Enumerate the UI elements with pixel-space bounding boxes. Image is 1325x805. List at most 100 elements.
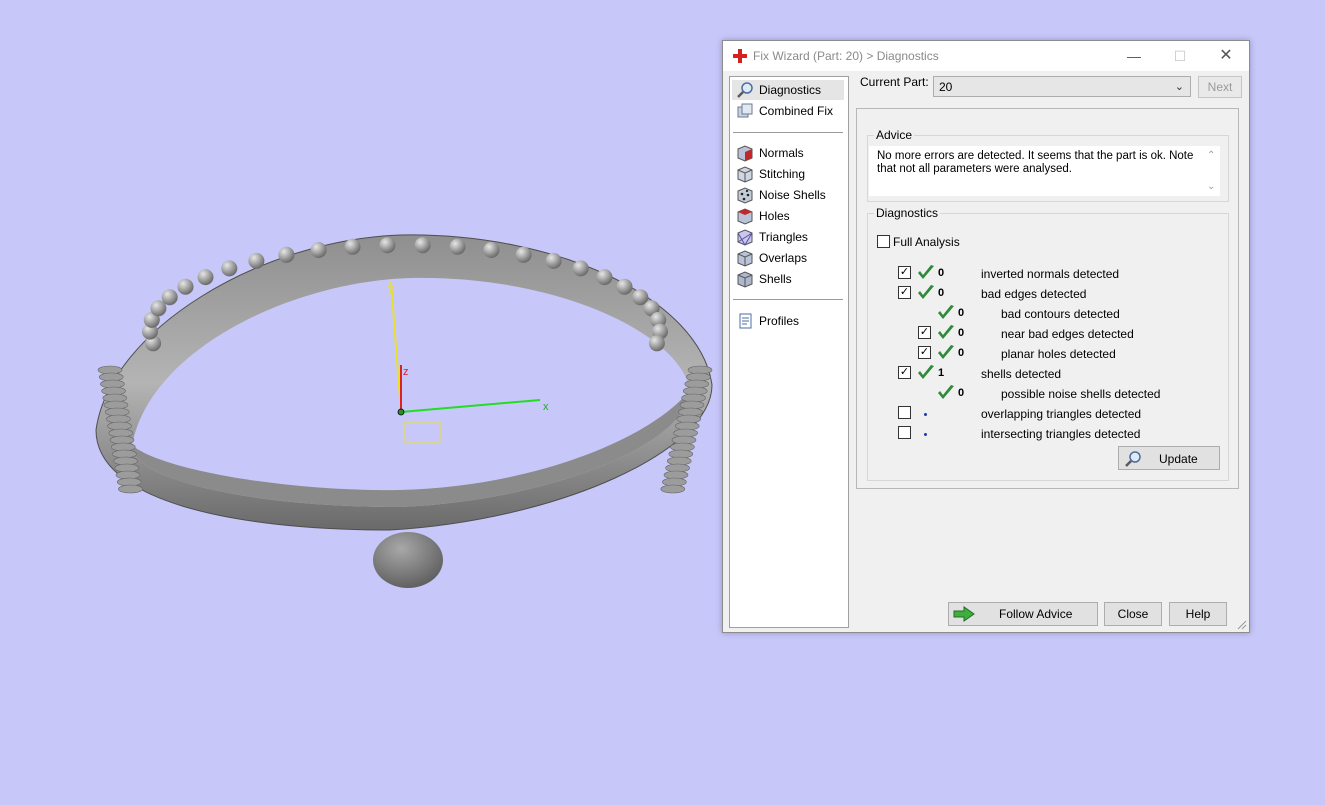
ring-bead	[596, 269, 613, 286]
nav-label: Noise Shells	[759, 188, 826, 202]
document-icon	[739, 313, 752, 329]
full-analysis-label: Full Analysis	[893, 235, 960, 249]
current-part-value: 20	[939, 80, 953, 94]
next-button[interactable]: Next	[1198, 76, 1242, 98]
diagnostic-row: ✓ 0 near bad edges detected	[868, 325, 1228, 345]
diagnostics-title: Diagnostics	[874, 206, 941, 220]
fix-wizard-dialog: Fix Wizard (Part: 20) > Diagnostics — ☐ …	[722, 40, 1250, 633]
resize-grip-icon[interactable]	[1237, 620, 1247, 630]
scroll-up-icon[interactable]: ⌃	[1207, 149, 1215, 162]
diagnostic-label: overlapping triangles detected	[981, 407, 1142, 421]
nav-label: Overlaps	[759, 251, 808, 265]
update-label: Update	[1159, 452, 1198, 466]
ring-bead	[616, 278, 633, 295]
diagnostic-count: 0	[958, 387, 965, 399]
ring-bead	[248, 252, 265, 269]
ring-bead	[449, 238, 466, 255]
diagnostic-row: 0 bad contours detected	[868, 305, 1228, 325]
wizard-nav: Diagnostics Combined Fix Normals Stitchi…	[729, 76, 849, 628]
ring-bead	[379, 237, 396, 254]
normals-cube-icon	[737, 145, 753, 162]
y-axis-label: y	[388, 283, 394, 295]
diagnostic-checkbox[interactable]: ✓	[898, 286, 911, 299]
diagnostic-row: ✓ 0 planar holes detected	[868, 345, 1228, 365]
green-check-icon	[938, 325, 954, 339]
nav-label: Normals	[759, 146, 804, 160]
ring-bead	[572, 260, 589, 277]
green-arrow-icon	[953, 606, 975, 622]
current-part-select[interactable]: 20 ⌄	[933, 76, 1191, 97]
full-analysis-checkbox[interactable]	[877, 235, 890, 248]
pending-dot-icon	[924, 413, 927, 416]
nav-label: Shells	[759, 272, 792, 286]
nav-item-triangles[interactable]: Triangles	[732, 227, 844, 247]
diagnostic-label: bad contours detected	[1001, 307, 1120, 321]
green-check-icon	[938, 345, 954, 359]
maximize-button[interactable]: ☐	[1157, 41, 1203, 71]
magnifier-icon	[1125, 451, 1141, 467]
ring-bead	[648, 335, 665, 352]
close-window-button[interactable]: ✕	[1203, 41, 1249, 71]
diagnostic-checkbox[interactable]: ✓	[898, 366, 911, 379]
advice-scrollbar[interactable]: ⌃ ⌄	[1203, 146, 1220, 196]
nav-separator	[733, 132, 843, 133]
ring-bead	[161, 289, 178, 306]
nav-item-stitching[interactable]: Stitching	[732, 164, 844, 184]
nav-label: Stitching	[759, 167, 806, 181]
ring-bead	[278, 246, 295, 263]
diagnostic-row: ✓ 0 bad edges detected	[868, 285, 1228, 305]
z-axis-label: z	[403, 366, 409, 378]
advice-text-box[interactable]: No more errors are detected. It seems th…	[869, 146, 1220, 196]
green-check-icon	[938, 385, 954, 399]
combined-fix-icon	[737, 103, 753, 118]
follow-advice-label: Follow Advice	[999, 607, 1073, 621]
diagnostic-row: intersecting triangles detected	[868, 425, 1228, 445]
nav-item-holes[interactable]: Holes	[732, 206, 844, 226]
red-cross-icon	[733, 49, 747, 63]
nav-item-diagnostics[interactable]: Diagnostics	[732, 80, 844, 100]
nav-item-overlaps[interactable]: Overlaps	[732, 248, 844, 268]
nav-item-profiles[interactable]: Profiles	[732, 311, 844, 331]
nav-item-noise-shells[interactable]: Noise Shells	[732, 185, 844, 205]
shells-cube-icon	[737, 271, 753, 288]
follow-advice-button[interactable]: Follow Advice	[948, 602, 1098, 626]
advice-group: Advice No more errors are detected. It s…	[867, 128, 1229, 202]
diagnostic-count: 1	[938, 367, 945, 379]
ring-bead	[483, 242, 500, 258]
minimize-button[interactable]: —	[1111, 41, 1157, 71]
overlaps-cube-icon	[737, 250, 753, 267]
diagnostic-count: 0	[958, 347, 965, 359]
help-button[interactable]: Help	[1169, 602, 1227, 626]
nav-label: Triangles	[759, 230, 808, 244]
diagnostic-label: bad edges detected	[981, 287, 1087, 301]
chevron-down-icon: ⌄	[1174, 81, 1184, 93]
close-button[interactable]: Close	[1104, 602, 1162, 626]
diagnostic-checkbox[interactable]	[898, 426, 911, 439]
nav-item-combined-fix[interactable]: Combined Fix	[732, 101, 844, 121]
scroll-down-icon[interactable]: ⌄	[1207, 180, 1215, 193]
advice-text: No more errors are detected. It seems th…	[877, 150, 1194, 175]
ring-ridge	[660, 484, 686, 494]
ring-bead	[545, 252, 562, 269]
diagnostic-checkbox[interactable]	[898, 406, 911, 419]
advice-title: Advice	[874, 128, 915, 142]
dialog-titlebar[interactable]: Fix Wizard (Part: 20) > Diagnostics — ☐ …	[723, 41, 1249, 71]
green-check-icon	[918, 265, 934, 279]
nav-item-normals[interactable]: Normals	[732, 143, 844, 163]
triangles-cube-icon	[737, 229, 753, 246]
ring-bead	[177, 278, 194, 295]
noise-shells-icon	[737, 187, 753, 204]
diagnostic-label: intersecting triangles detected	[981, 427, 1141, 441]
diagnostic-checkbox[interactable]: ✓	[918, 346, 931, 359]
ring-bead	[310, 242, 327, 258]
nav-label: Profiles	[759, 314, 800, 328]
diagnostic-row: 0 possible noise shells detected	[868, 385, 1228, 405]
ring-bead	[515, 246, 532, 263]
diagnostic-label: possible noise shells detected	[1001, 387, 1161, 401]
diagnostic-label: inverted normals detected	[981, 267, 1120, 281]
nav-item-shells[interactable]: Shells	[732, 269, 844, 289]
diagnostic-label: planar holes detected	[1001, 347, 1116, 361]
diagnostic-checkbox[interactable]: ✓	[898, 266, 911, 279]
diagnostic-checkbox[interactable]: ✓	[918, 326, 931, 339]
update-button[interactable]: Update	[1118, 446, 1220, 470]
